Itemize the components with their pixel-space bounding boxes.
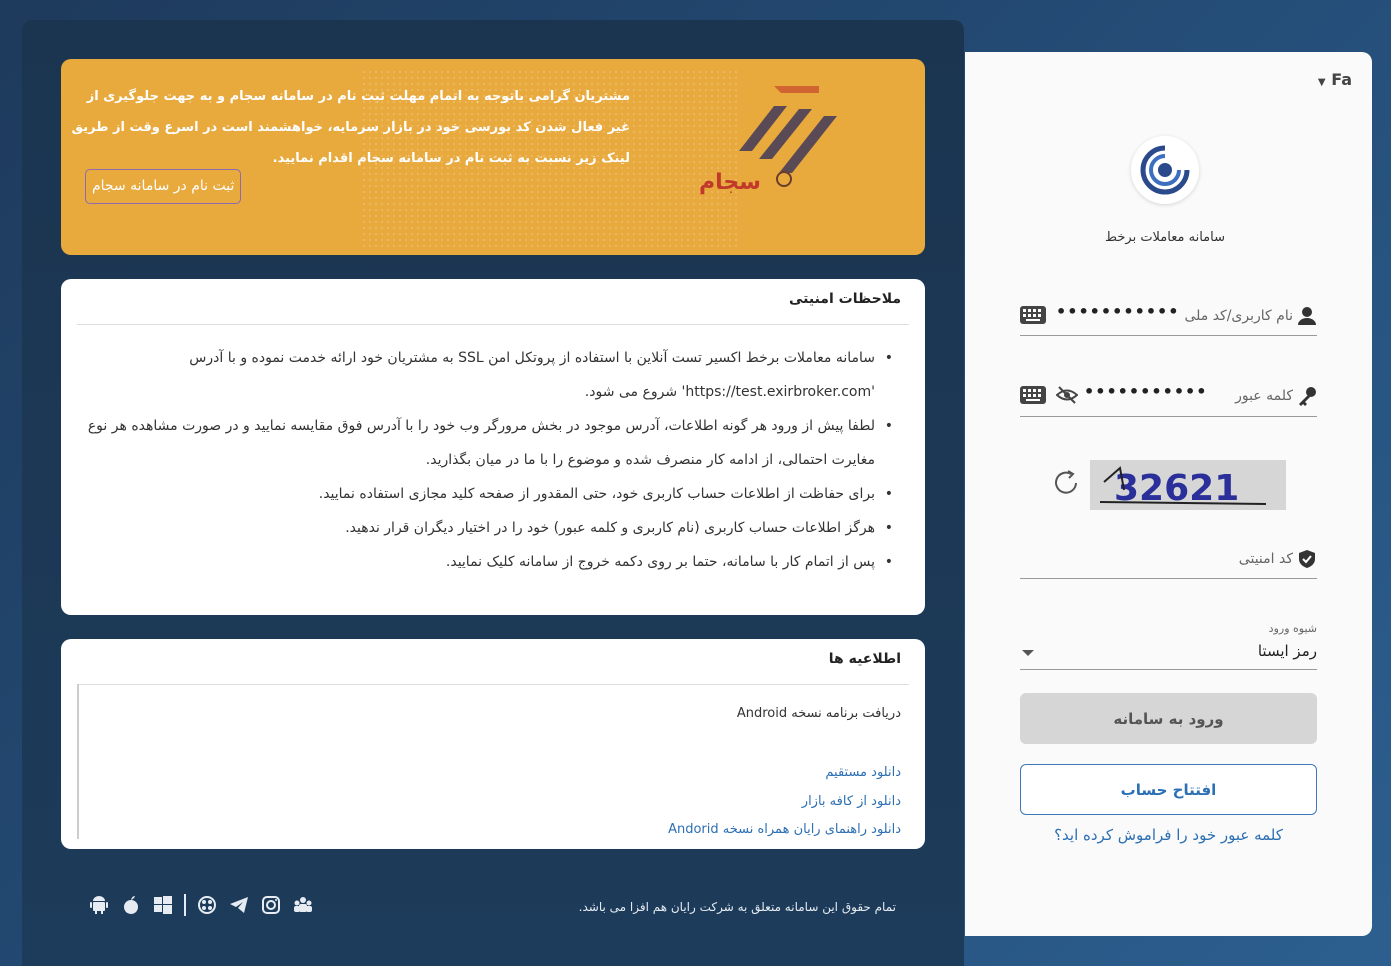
windows-icon[interactable] bbox=[152, 894, 174, 916]
group-icon[interactable] bbox=[292, 894, 314, 916]
forgot-password-link[interactable]: کلمه عبور خود را فراموش کرده اید؟ bbox=[965, 826, 1372, 844]
divider bbox=[77, 324, 909, 325]
key-icon bbox=[1299, 387, 1316, 406]
username-label: نام کاربری/کد ملی bbox=[1184, 308, 1293, 324]
instagram-icon[interactable] bbox=[260, 894, 282, 916]
sejam-logo-icon: سجام bbox=[699, 86, 837, 195]
eye-slash-icon[interactable] bbox=[1056, 386, 1078, 404]
direct-download-link[interactable]: دانلود مستقیم bbox=[825, 765, 901, 780]
language-selector[interactable]: ▼ Fa bbox=[1318, 70, 1352, 89]
security-code-label: کد امنیتی bbox=[1238, 551, 1293, 567]
app-logo-icon bbox=[1131, 136, 1199, 204]
keyboard-icon[interactable] bbox=[1020, 386, 1046, 404]
login-panel: ▼ Fa سامانه معاملات برخط نام کاربری/کد م… bbox=[965, 52, 1372, 936]
security-list: سامانه معاملات برخط اکسیر تست آنلاین با … bbox=[81, 341, 893, 579]
announcements-card: اطلاعیه ها دریافت برنامه نسخه Android دا… bbox=[61, 639, 925, 849]
list-item: سامانه معاملات برخط اکسیر تست آنلاین با … bbox=[81, 341, 893, 409]
login-method-label: شیوه ورود bbox=[1268, 622, 1317, 635]
left-panel: مشتریان گرامی باتوجه به اتمام مهلت ثبت ن… bbox=[22, 20, 964, 966]
telegram-icon[interactable] bbox=[228, 894, 250, 916]
sejam-banner: مشتریان گرامی باتوجه به اتمام مهلت ثبت ن… bbox=[61, 59, 925, 255]
aparat-icon[interactable] bbox=[196, 894, 218, 916]
login-button[interactable]: ورود به سامانه bbox=[1020, 693, 1317, 744]
guide-download-link[interactable]: دانلود راهنمای رایان همراه نسخه Andorid bbox=[668, 822, 901, 837]
password-label: کلمه عبور bbox=[1235, 388, 1293, 404]
open-account-button[interactable]: افتتاح حساب bbox=[1020, 764, 1317, 815]
security-notes-card: ملاحظات امنیتی سامانه معاملات برخط اکسیر… bbox=[61, 279, 925, 615]
list-item: برای حفاظت از اطلاعات حساب کاربری خود، ح… bbox=[81, 477, 893, 511]
divider bbox=[184, 894, 186, 916]
cafebazaar-download-link[interactable]: دانلود از کافه بازار bbox=[802, 794, 901, 809]
app-name: سامانه معاملات برخط bbox=[1105, 230, 1225, 245]
username-input[interactable]: ••••••••••• bbox=[1056, 302, 1180, 321]
shield-check-icon bbox=[1299, 550, 1315, 568]
announcements-title: اطلاعیه ها bbox=[828, 651, 901, 667]
sejam-logo-text: سجام bbox=[699, 170, 761, 195]
caret-down-icon: ▼ bbox=[1317, 77, 1326, 88]
keyboard-icon[interactable] bbox=[1020, 306, 1046, 324]
android-icon[interactable] bbox=[88, 894, 110, 916]
android-heading: دریافت برنامه نسخه Android bbox=[736, 706, 901, 721]
security-title: ملاحظات امنیتی bbox=[789, 291, 901, 307]
sejam-register-button[interactable]: ثبت نام در سامانه سجام bbox=[85, 169, 242, 204]
list-item: هرگز اطلاعات حساب کاربری (نام کاربری و ک… bbox=[81, 511, 893, 545]
refresh-captcha-icon[interactable] bbox=[1051, 468, 1081, 498]
select-underline bbox=[1020, 669, 1317, 670]
copyright-text: تمام حقوق این سامانه متعلق به شرکت رایان… bbox=[578, 900, 896, 914]
language-label: Fa bbox=[1331, 70, 1352, 89]
banner-message: مشتریان گرامی باتوجه به اتمام مهلت ثبت ن… bbox=[71, 89, 630, 166]
login-method-select[interactable]: رمز ایستا bbox=[1258, 642, 1317, 660]
captcha-image: 32621 bbox=[1090, 460, 1286, 510]
security-code-field[interactable]: کد امنیتی bbox=[1020, 541, 1317, 579]
list-item: پس از اتمام کار با سامانه، حتما بر روی د… bbox=[81, 545, 893, 579]
password-input[interactable]: ••••••••••• bbox=[1084, 382, 1208, 401]
list-item: لطفا پیش از ورود هر گونه اطلاعات، آدرس م… bbox=[81, 409, 893, 477]
apple-icon[interactable] bbox=[120, 894, 142, 916]
username-field[interactable]: نام کاربری/کد ملی ••••••••••• bbox=[1020, 296, 1317, 336]
chevron-down-icon[interactable] bbox=[1022, 650, 1034, 656]
password-field[interactable]: کلمه عبور ••••••••••• bbox=[1020, 376, 1317, 417]
user-icon bbox=[1298, 307, 1316, 325]
social-icons bbox=[88, 894, 314, 916]
